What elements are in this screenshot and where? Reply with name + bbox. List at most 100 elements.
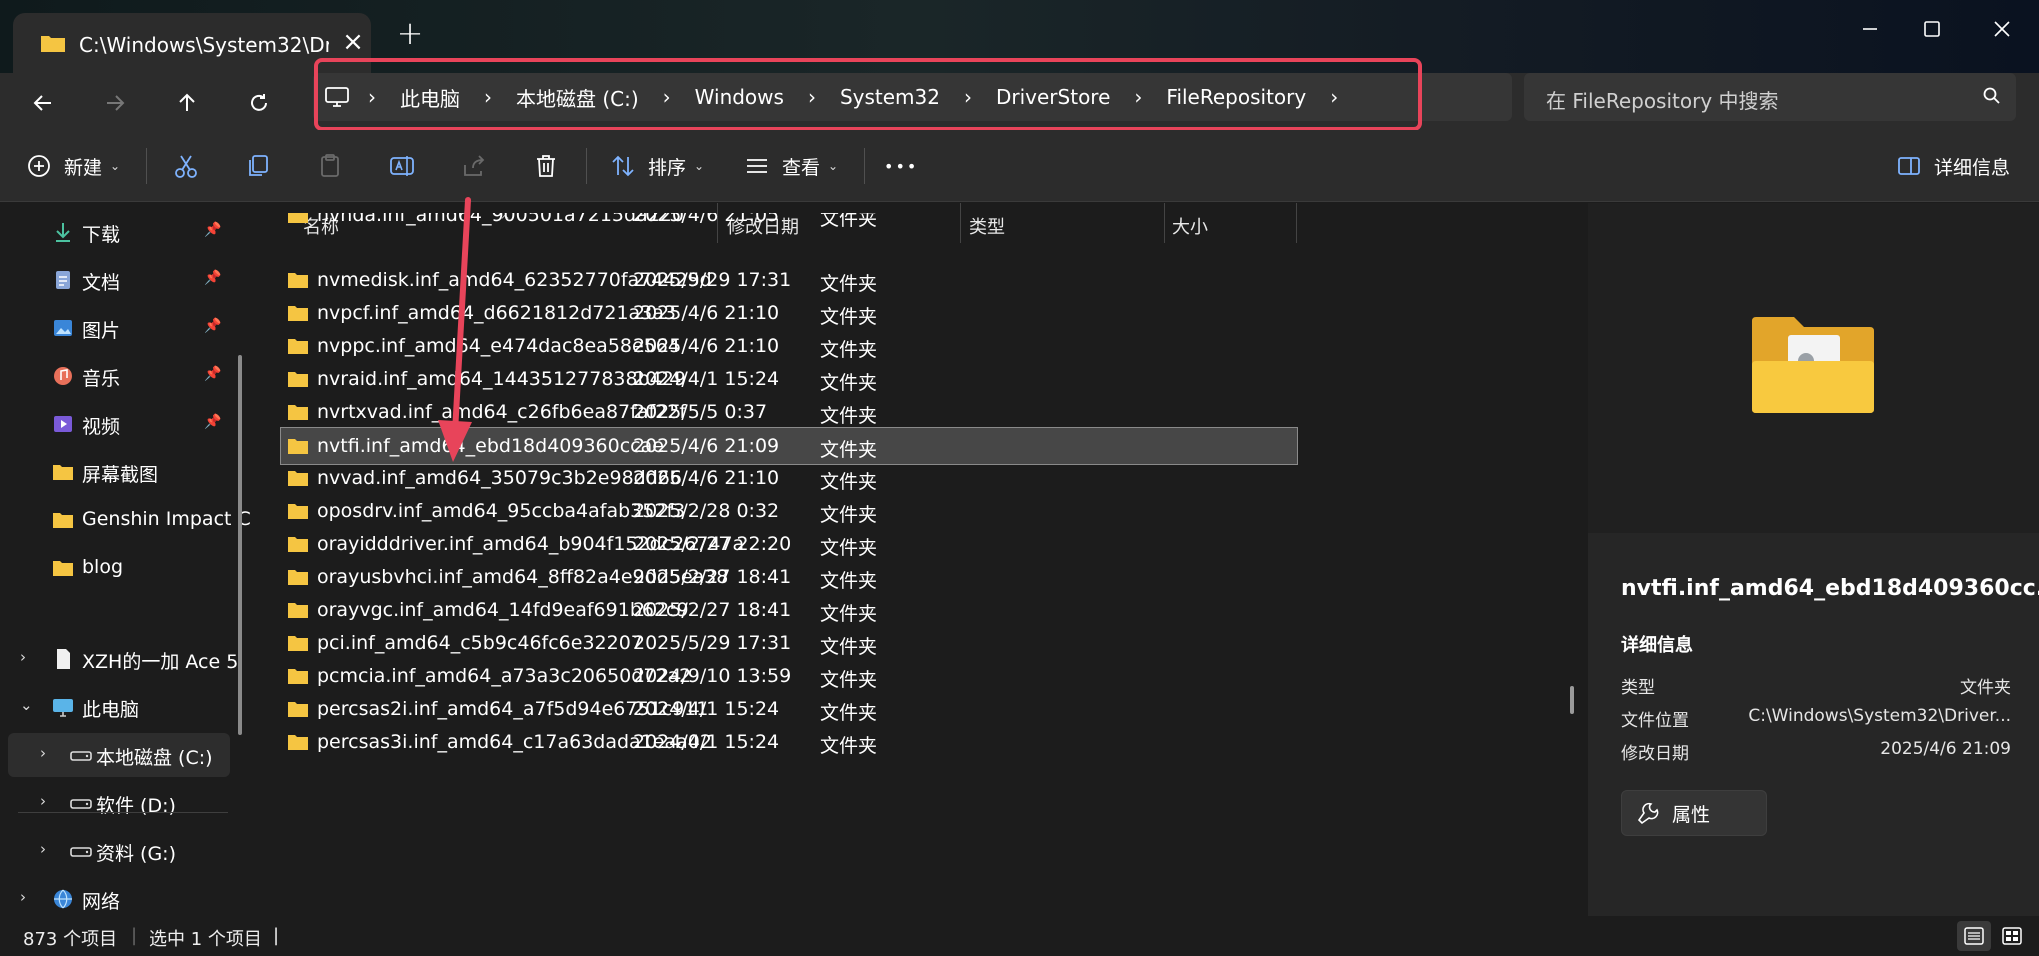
share-button[interactable] <box>460 148 488 184</box>
file-type: 文件夹 <box>820 306 878 328</box>
new-tab-button[interactable]: + <box>393 16 427 50</box>
expand-chevron-icon[interactable]: › <box>40 840 46 858</box>
sidebar-item[interactable]: blog <box>0 546 240 590</box>
tiles-view-toggle[interactable] <box>1995 921 2029 951</box>
details-key: 文件位置 <box>1621 711 1689 731</box>
folder-icon <box>288 537 308 552</box>
sidebar-item[interactable]: 下载 📌 <box>0 210 240 254</box>
folder-icon <box>288 504 308 519</box>
folder-icon <box>288 471 308 486</box>
search-icon <box>1983 87 2000 104</box>
forward-arrow-icon <box>107 95 125 111</box>
file-name: nvtfi.inf_amd64_ebd18d409360ccae <box>317 435 664 457</box>
sidebar-item[interactable]: 视频 📌 <box>0 402 240 446</box>
scrollbar[interactable] <box>238 355 242 735</box>
sidebar-item[interactable]: › 网络 <box>0 877 240 921</box>
pin-icon[interactable]: 📌 <box>204 414 221 430</box>
rename-button[interactable] <box>388 148 416 184</box>
wrench-icon <box>1637 802 1659 825</box>
expand-chevron-icon[interactable]: › <box>20 888 26 906</box>
file-type: 文件夹 <box>820 273 878 295</box>
sort-button[interactable]: 排序 ⌄ <box>610 148 704 184</box>
sidebar-item[interactable]: › XZH的一加 Ace 5 <box>0 637 240 681</box>
up-arrow-icon <box>179 93 195 111</box>
properties-button[interactable]: 属性 <box>1621 790 1767 836</box>
file-date: 2025/5/29 17:31 <box>633 269 792 291</box>
search-box[interactable]: 在 FileRepository 中搜索 <box>1524 73 2016 121</box>
details-pane-button[interactable]: 详细信息 <box>1896 148 2010 184</box>
pin-icon[interactable]: 📌 <box>204 318 221 334</box>
sidebar-item[interactable]: 图片 📌 <box>0 306 240 350</box>
file-type: 文件夹 <box>820 603 878 625</box>
chevron-down-icon: ⌄ <box>694 159 705 173</box>
copy-button[interactable] <box>244 148 272 184</box>
file-date: 2024/9/10 13:59 <box>633 665 792 687</box>
copy-icon <box>249 155 268 176</box>
folder-icon <box>288 306 308 321</box>
network-icon <box>54 889 72 909</box>
document-icon <box>56 271 70 289</box>
expand-chevron-icon[interactable]: › <box>40 792 46 810</box>
sidebar-item-label: 文档 <box>82 272 121 294</box>
table-row[interactable]: nvhda.inf_amd64_900501a7215da220 2025/4/6… <box>281 213 1549 235</box>
scrollbar[interactable] <box>1570 686 1574 714</box>
pin-icon[interactable]: 📌 <box>204 366 221 382</box>
paste-button[interactable] <box>316 148 344 184</box>
sidebar-item[interactable]: › 本地磁盘 (C:) <box>8 733 230 777</box>
status-cursor: | <box>273 925 280 946</box>
toolbar-divider <box>586 148 587 184</box>
back-button[interactable] <box>23 83 63 123</box>
sidebar-item[interactable]: ⌄ 此电脑 <box>0 685 240 729</box>
view-label: 查看 <box>782 156 821 179</box>
sidebar-item[interactable]: › 软件 (D:) <box>0 781 240 825</box>
new-button[interactable]: 新建 ⌄ <box>26 148 120 184</box>
sidebar-item[interactable]: 音乐 📌 <box>0 354 240 398</box>
view-button[interactable]: 查看 ⌄ <box>744 148 838 184</box>
file-date: 2025/4/6 21:05 <box>633 213 780 226</box>
minimize-button[interactable] <box>1844 6 1896 46</box>
up-button[interactable] <box>167 83 207 123</box>
details-value: 文件夹 <box>1960 678 2011 698</box>
music-icon <box>54 367 72 385</box>
pin-icon[interactable]: 📌 <box>204 270 221 286</box>
delete-button[interactable] <box>532 148 560 184</box>
close-icon <box>1994 21 2010 37</box>
details-value[interactable]: C:\Windows\System32\Driver... <box>1748 706 2011 726</box>
table-row[interactable]: percsas3i.inf_amd64_c17a63dada1eaa02 2024… <box>281 724 1549 762</box>
sidebar-item[interactable]: 文档 📌 <box>0 258 240 302</box>
chevron-down-icon: ⌄ <box>110 159 121 173</box>
back-arrow-icon <box>33 95 51 111</box>
selection-count: 选中 1 个项目 <box>149 929 262 950</box>
sidebar-item[interactable]: Genshin Impact C <box>0 498 251 542</box>
expand-chevron-icon[interactable]: › <box>20 648 26 666</box>
close-window-button[interactable] <box>1976 6 2028 46</box>
tab-title: C:\Windows\System32\DriverS <box>79 33 329 57</box>
details-view-toggle[interactable] <box>1957 921 1991 951</box>
file-type: 文件夹 <box>820 372 878 394</box>
sidebar-item-label: 音乐 <box>82 368 121 390</box>
picture-icon <box>54 320 72 336</box>
details-value: 2025/4/6 21:09 <box>1880 739 2011 759</box>
sidebar-item[interactable]: 屏幕截图 <box>0 450 240 494</box>
folder-icon <box>288 636 308 651</box>
pin-icon[interactable]: 📌 <box>204 222 221 238</box>
refresh-button[interactable] <box>239 83 279 123</box>
folder-icon <box>288 372 308 387</box>
forward-button[interactable] <box>95 83 135 123</box>
expand-chevron-icon[interactable]: › <box>40 744 46 762</box>
rename-icon <box>390 156 414 176</box>
file-date: 2024/4/1 15:24 <box>633 698 780 720</box>
sidebar-item-label: 资料 (G:) <box>96 843 176 865</box>
expand-chevron-icon[interactable]: ⌄ <box>20 696 33 714</box>
cut-button[interactable] <box>172 148 200 184</box>
sidebar-item[interactable]: › 资料 (G:) <box>0 829 240 873</box>
annotation-highlight-box <box>314 58 1422 131</box>
more-options-button[interactable]: ••• <box>884 148 918 184</box>
toolbar-divider <box>864 148 865 184</box>
maximize-button[interactable] <box>1906 6 1958 46</box>
file-date: 2025/2/27 18:41 <box>633 566 792 588</box>
status-divider: | <box>131 925 138 946</box>
tab-close-button[interactable]: × <box>338 27 368 57</box>
file-name: nvraid.inf_amd64_144351277838b429 <box>317 368 686 390</box>
item-count: 873 个项目 <box>23 929 118 950</box>
